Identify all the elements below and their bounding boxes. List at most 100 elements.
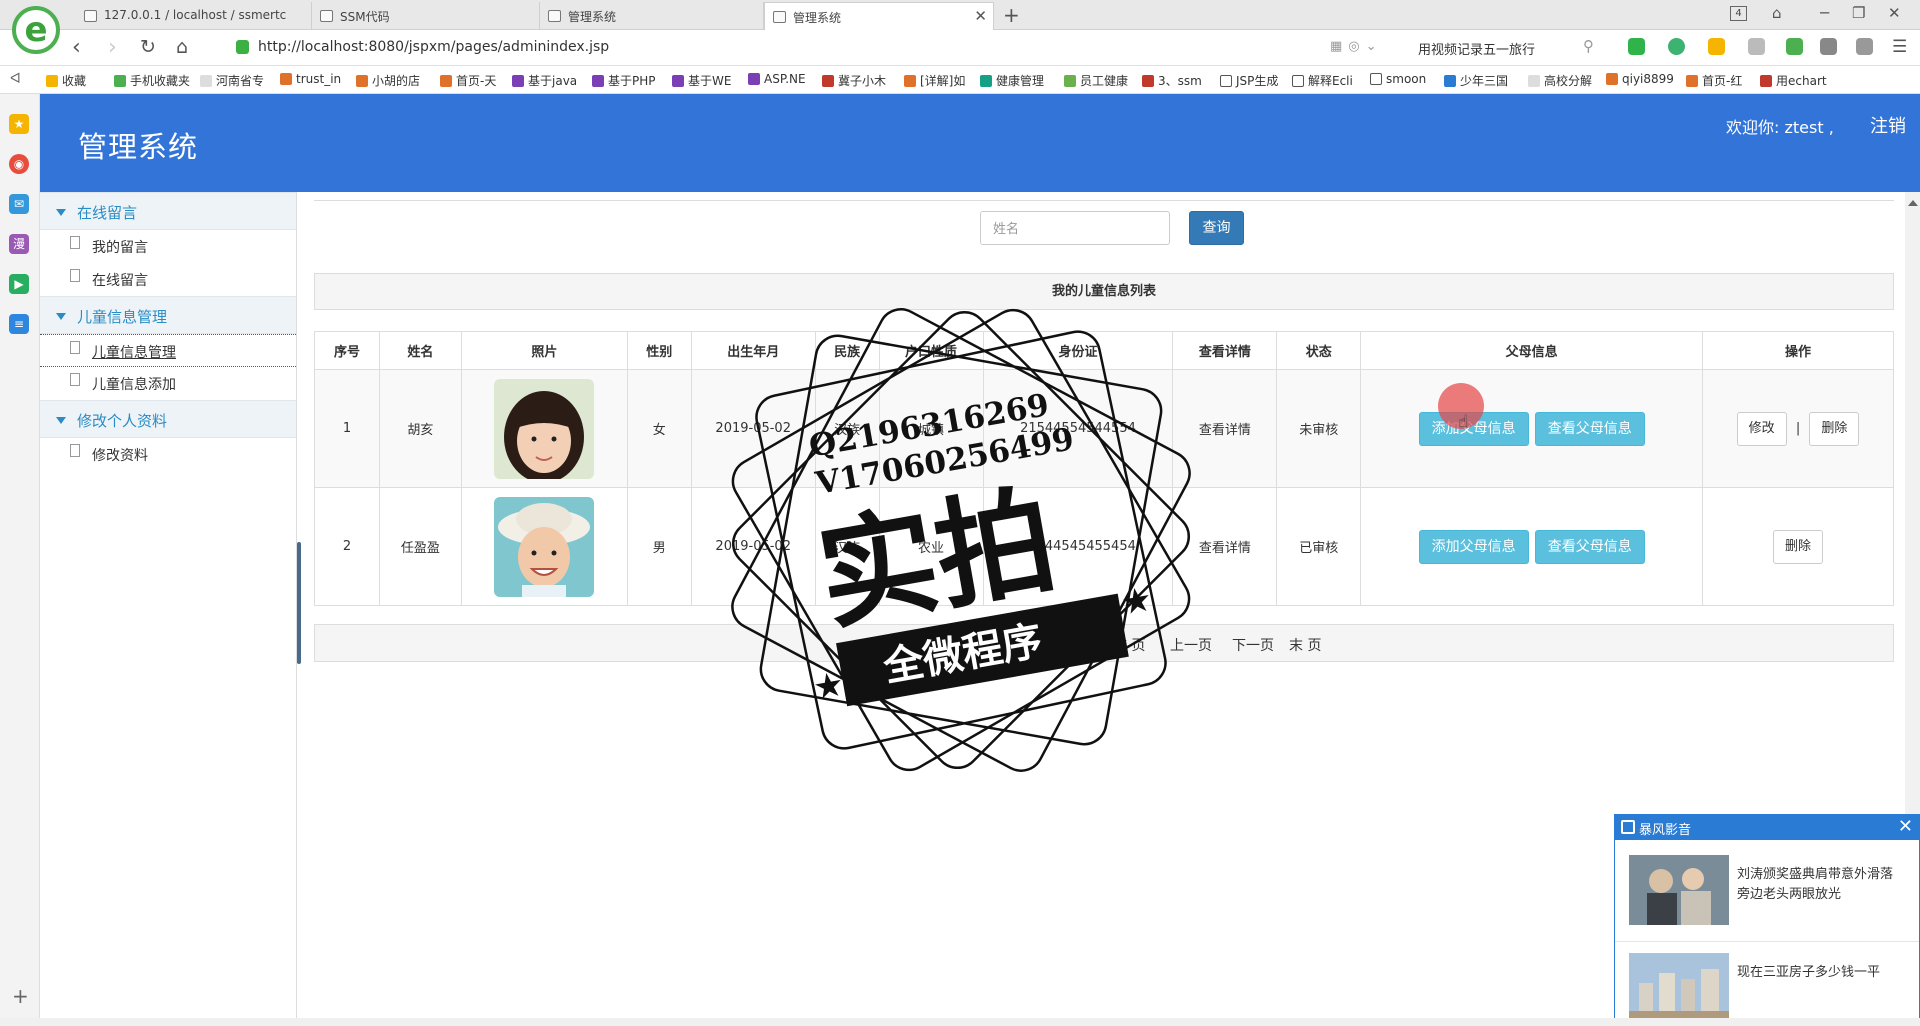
add-parent-button[interactable]: 添加父母信息 <box>1418 529 1529 564</box>
query-button[interactable]: 查询 <box>1189 211 1244 245</box>
delete-button[interactable]: 删除 <box>1809 411 1860 446</box>
bookmark-item[interactable]: 手机收藏夹 <box>114 72 190 89</box>
apps-icon[interactable] <box>1786 38 1803 55</box>
bookmark-item[interactable]: smoon <box>1370 72 1426 86</box>
tab-close-icon[interactable]: ✕ <box>974 7 987 25</box>
delete-button[interactable]: 删除 <box>1773 529 1824 564</box>
browser-tab-4-active[interactable]: 管理系统 ✕ <box>764 2 994 30</box>
popup-close-icon[interactable]: ✕ <box>1898 816 1913 837</box>
security-shield-icon <box>236 40 249 54</box>
video-icon[interactable]: ▶ <box>9 274 29 294</box>
back-icon[interactable]: ‹ <box>72 35 81 60</box>
first-page-link[interactable]: 首 页 <box>1113 635 1145 655</box>
news-thumbnail <box>1629 855 1729 925</box>
detail-link[interactable]: 查看详情 <box>1172 369 1278 488</box>
document-icon <box>70 341 80 354</box>
bookmark-item[interactable]: 高校分解 <box>1528 72 1592 89</box>
new-tab-button[interactable]: + <box>1003 3 1020 27</box>
tab-count-badge[interactable]: 4 <box>1730 6 1747 21</box>
scissors-icon[interactable] <box>1628 38 1645 55</box>
bookmark-item[interactable]: 用echart <box>1760 72 1827 89</box>
sidebar-item-children-manage[interactable]: 儿童信息管理 <box>40 334 296 367</box>
edit-button[interactable]: 修改 <box>1736 411 1787 446</box>
notes-icon[interactable]: ≡ <box>9 314 29 334</box>
view-parent-button[interactable]: 查看父母信息 <box>1534 411 1645 446</box>
sidebar-item-online-messages[interactable]: 在线留言 <box>40 263 296 296</box>
table-caption: 我的儿童信息列表 <box>314 273 1894 310</box>
site-icon <box>512 75 524 87</box>
column-header: 户口性质 <box>878 331 984 370</box>
comic-icon[interactable]: 漫 <box>9 234 29 254</box>
bookmark-item[interactable]: 收藏 <box>46 72 86 89</box>
bookmark-item[interactable]: 首页-天 <box>440 72 496 89</box>
bookmark-item[interactable]: 解释Ecli <box>1292 72 1353 89</box>
sidebar-group-label: 在线留言 <box>77 204 138 222</box>
bookmark-item[interactable]: 基于java <box>512 72 577 89</box>
sidebar-item-edit-profile[interactable]: 修改资料 <box>40 438 296 471</box>
search-icon[interactable]: ⚲ <box>1583 37 1594 55</box>
bookmark-item[interactable]: 小胡的店 <box>356 72 420 89</box>
sidebar-group-profile[interactable]: 修改个人资料 <box>40 400 296 438</box>
bookmark-label: 高校分解 <box>1544 74 1593 88</box>
prev-page-link[interactable]: 上一页 <box>1170 635 1212 655</box>
bookmark-item[interactable]: 基于PHP <box>592 72 656 89</box>
cell-id-card: 41544545455454 <box>982 487 1174 606</box>
skin-icon[interactable]: ⌂ <box>1772 4 1782 22</box>
browser-tab-3[interactable]: 管理系统 <box>540 2 764 30</box>
bookmark-item[interactable]: ASP.NE <box>748 72 806 86</box>
column-header: 身份证 <box>982 331 1174 370</box>
url-field[interactable]: http://localhost:8080/jspxm/pages/admini… <box>230 34 1390 61</box>
next-page-link[interactable]: 下一页 <box>1232 635 1274 655</box>
close-window-icon[interactable]: ✕ <box>1888 4 1901 22</box>
weibo-icon[interactable]: ◉ <box>9 154 29 174</box>
cell-gender: 女 <box>626 369 692 488</box>
bookmark-item[interactable]: 河南省专 <box>200 72 264 89</box>
bookmark-item[interactable]: 少年三国 <box>1444 72 1508 89</box>
name-search-input[interactable] <box>980 211 1170 245</box>
scroll-up-icon[interactable] <box>1908 200 1918 206</box>
url-tools-icon[interactable]: ▦◎⌄ <box>1330 39 1383 54</box>
browser-search-field[interactable]: 用视频记录五一旅行 ⚲ <box>1410 34 1600 61</box>
forward-icon[interactable]: › <box>108 35 117 60</box>
sidebar-group-children[interactable]: 儿童信息管理 <box>40 296 296 334</box>
sidebar-item-children-add[interactable]: 儿童信息添加 <box>40 367 296 400</box>
sidebar-group-messages[interactable]: 在线留言 <box>40 192 296 230</box>
browser-sidebar: ★ ◉ ✉ 漫 ▶ ≡ + <box>0 94 40 1026</box>
bookmark-item[interactable]: 冀子小木 <box>822 72 886 89</box>
mail-icon[interactable]: ✉ <box>9 194 29 214</box>
menu-icon[interactable]: ☰ <box>1892 37 1907 57</box>
add-sidebar-icon[interactable]: + <box>12 984 29 1008</box>
browser-tab-2[interactable]: SSM代码 <box>312 2 540 30</box>
cell-id-card: 21544554544554 <box>982 369 1174 488</box>
cell-photo <box>460 487 628 606</box>
shield-ext-icon[interactable] <box>1708 38 1725 55</box>
reading-icon[interactable] <box>1820 38 1837 55</box>
undo-icon[interactable] <box>1856 38 1873 55</box>
bookmark-item[interactable]: trust_in <box>280 72 341 86</box>
bookmark-item[interactable]: qiyi8899 <box>1606 72 1674 86</box>
bookmarks-collapse-icon[interactable]: ᐊ <box>10 71 21 87</box>
restore-icon[interactable]: ❐ <box>1852 4 1865 22</box>
detail-link[interactable]: 查看详情 <box>1172 487 1278 606</box>
bookmark-item[interactable]: 员工健康 <box>1064 72 1128 89</box>
view-parent-button[interactable]: 查看父母信息 <box>1534 529 1645 564</box>
reload-icon[interactable]: ↻ <box>140 36 156 58</box>
news-item[interactable]: 现在三亚房子多少钱一平 <box>1629 953 1909 1026</box>
paw-icon <box>1444 75 1456 87</box>
image-icon[interactable] <box>1748 38 1765 55</box>
bookmark-item[interactable]: 健康管理 <box>980 72 1044 89</box>
extension-icon[interactable] <box>1668 38 1685 55</box>
news-item[interactable]: 刘涛颁奖盛典肩带意外滑落 旁边老头两眼放光 <box>1629 855 1909 935</box>
bookmark-item[interactable]: JSP生成 <box>1220 72 1278 89</box>
last-page-link[interactable]: 末 页 <box>1289 635 1321 655</box>
favorites-icon[interactable]: ★ <box>9 114 29 134</box>
logout-link[interactable]: 注销 <box>1870 112 1906 138</box>
minimize-icon[interactable]: ─ <box>1820 4 1829 22</box>
bookmark-item[interactable]: 首页-红 <box>1686 72 1742 89</box>
bookmark-item[interactable]: 基于WE <box>672 72 731 89</box>
browser-tab-1[interactable]: 127.0.0.1 / localhost / ssmertc <box>76 2 312 30</box>
bookmark-item[interactable]: [详解]如 <box>904 72 965 89</box>
bookmark-item[interactable]: 3、ssm <box>1142 72 1202 89</box>
sidebar-item-my-messages[interactable]: 我的留言 <box>40 230 296 263</box>
home-icon[interactable]: ⌂ <box>176 36 188 58</box>
